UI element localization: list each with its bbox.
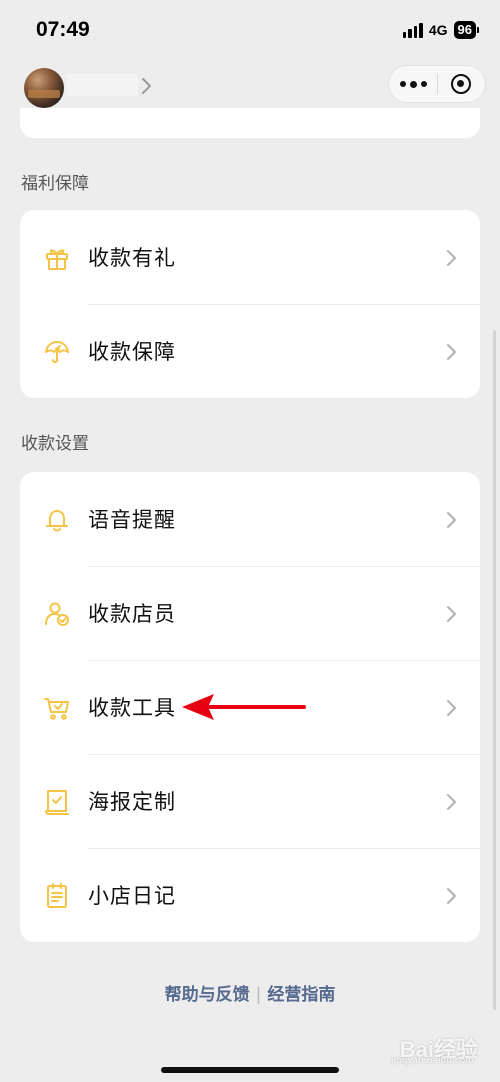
battery-level: 96 <box>453 21 480 39</box>
chevron-right-icon <box>447 250 456 266</box>
list-item-voice-alert[interactable]: 语音提醒 <box>20 472 480 566</box>
chevron-right-icon <box>447 344 456 360</box>
list-item-poster[interactable]: 海报定制 <box>20 754 480 848</box>
list-item-label: 收款保障 <box>88 340 176 364</box>
previous-card-tail <box>20 108 480 138</box>
chevron-right-icon <box>447 512 456 528</box>
cart-check-icon <box>44 698 69 720</box>
status-indicators: 4G 96 <box>402 20 480 40</box>
mini-program-close-icon[interactable] <box>438 66 485 102</box>
status-bar: 07:49 4G 96 <box>0 0 500 60</box>
bell-icon <box>46 510 68 532</box>
section-title-welfare: 福利保障 <box>21 174 89 194</box>
business-guide-link[interactable]: 经营指南 <box>267 985 335 1005</box>
poster-check-icon <box>45 790 69 815</box>
list-item-label: 语音提醒 <box>88 508 176 532</box>
staff-check-icon <box>45 602 69 626</box>
chevron-right-icon <box>447 700 456 716</box>
gift-icon <box>46 249 68 270</box>
chevron-right-icon[interactable] <box>140 76 154 96</box>
home-indicator <box>161 1067 339 1073</box>
user-name-redacted[interactable] <box>66 74 138 96</box>
annotation-arrow <box>182 694 306 720</box>
nav-bar <box>0 62 500 114</box>
status-time: 07:49 <box>36 18 90 41</box>
user-avatar[interactable] <box>24 68 64 108</box>
list-item-label: 海报定制 <box>88 790 176 814</box>
chevron-right-icon <box>447 794 456 810</box>
more-dots-icon[interactable] <box>389 66 437 102</box>
notebook-icon <box>47 883 67 908</box>
list-item-label: 收款店员 <box>88 602 176 626</box>
help-feedback-link[interactable]: 帮助与反馈 <box>165 985 250 1005</box>
signal-icon <box>402 22 423 38</box>
list-item-label: 收款工具 <box>88 696 176 720</box>
scrollbar[interactable] <box>493 330 496 1010</box>
mini-program-capsule <box>388 65 486 103</box>
network-type: 4G <box>428 22 448 38</box>
list-item-label: 小店日记 <box>88 884 176 908</box>
card-welfare: 收款有礼 收款保障 <box>20 210 480 398</box>
umbrella-shield-icon <box>45 341 69 364</box>
list-item-label: 收款有礼 <box>88 246 176 270</box>
footer-links: 帮助与反馈 | 经营指南 <box>0 980 500 1005</box>
list-item-gift[interactable]: 收款有礼 <box>20 210 480 304</box>
footer-divider: | <box>255 985 262 1005</box>
chevron-right-icon <box>447 888 456 904</box>
section-title-settings: 收款设置 <box>21 434 89 454</box>
list-item-shop-diary[interactable]: 小店日记 <box>20 848 480 942</box>
watermark-url: jingyan.baidu.com <box>390 1056 474 1066</box>
list-item-protection[interactable]: 收款保障 <box>20 304 480 398</box>
chevron-right-icon <box>447 606 456 622</box>
list-item-staff[interactable]: 收款店员 <box>20 566 480 660</box>
